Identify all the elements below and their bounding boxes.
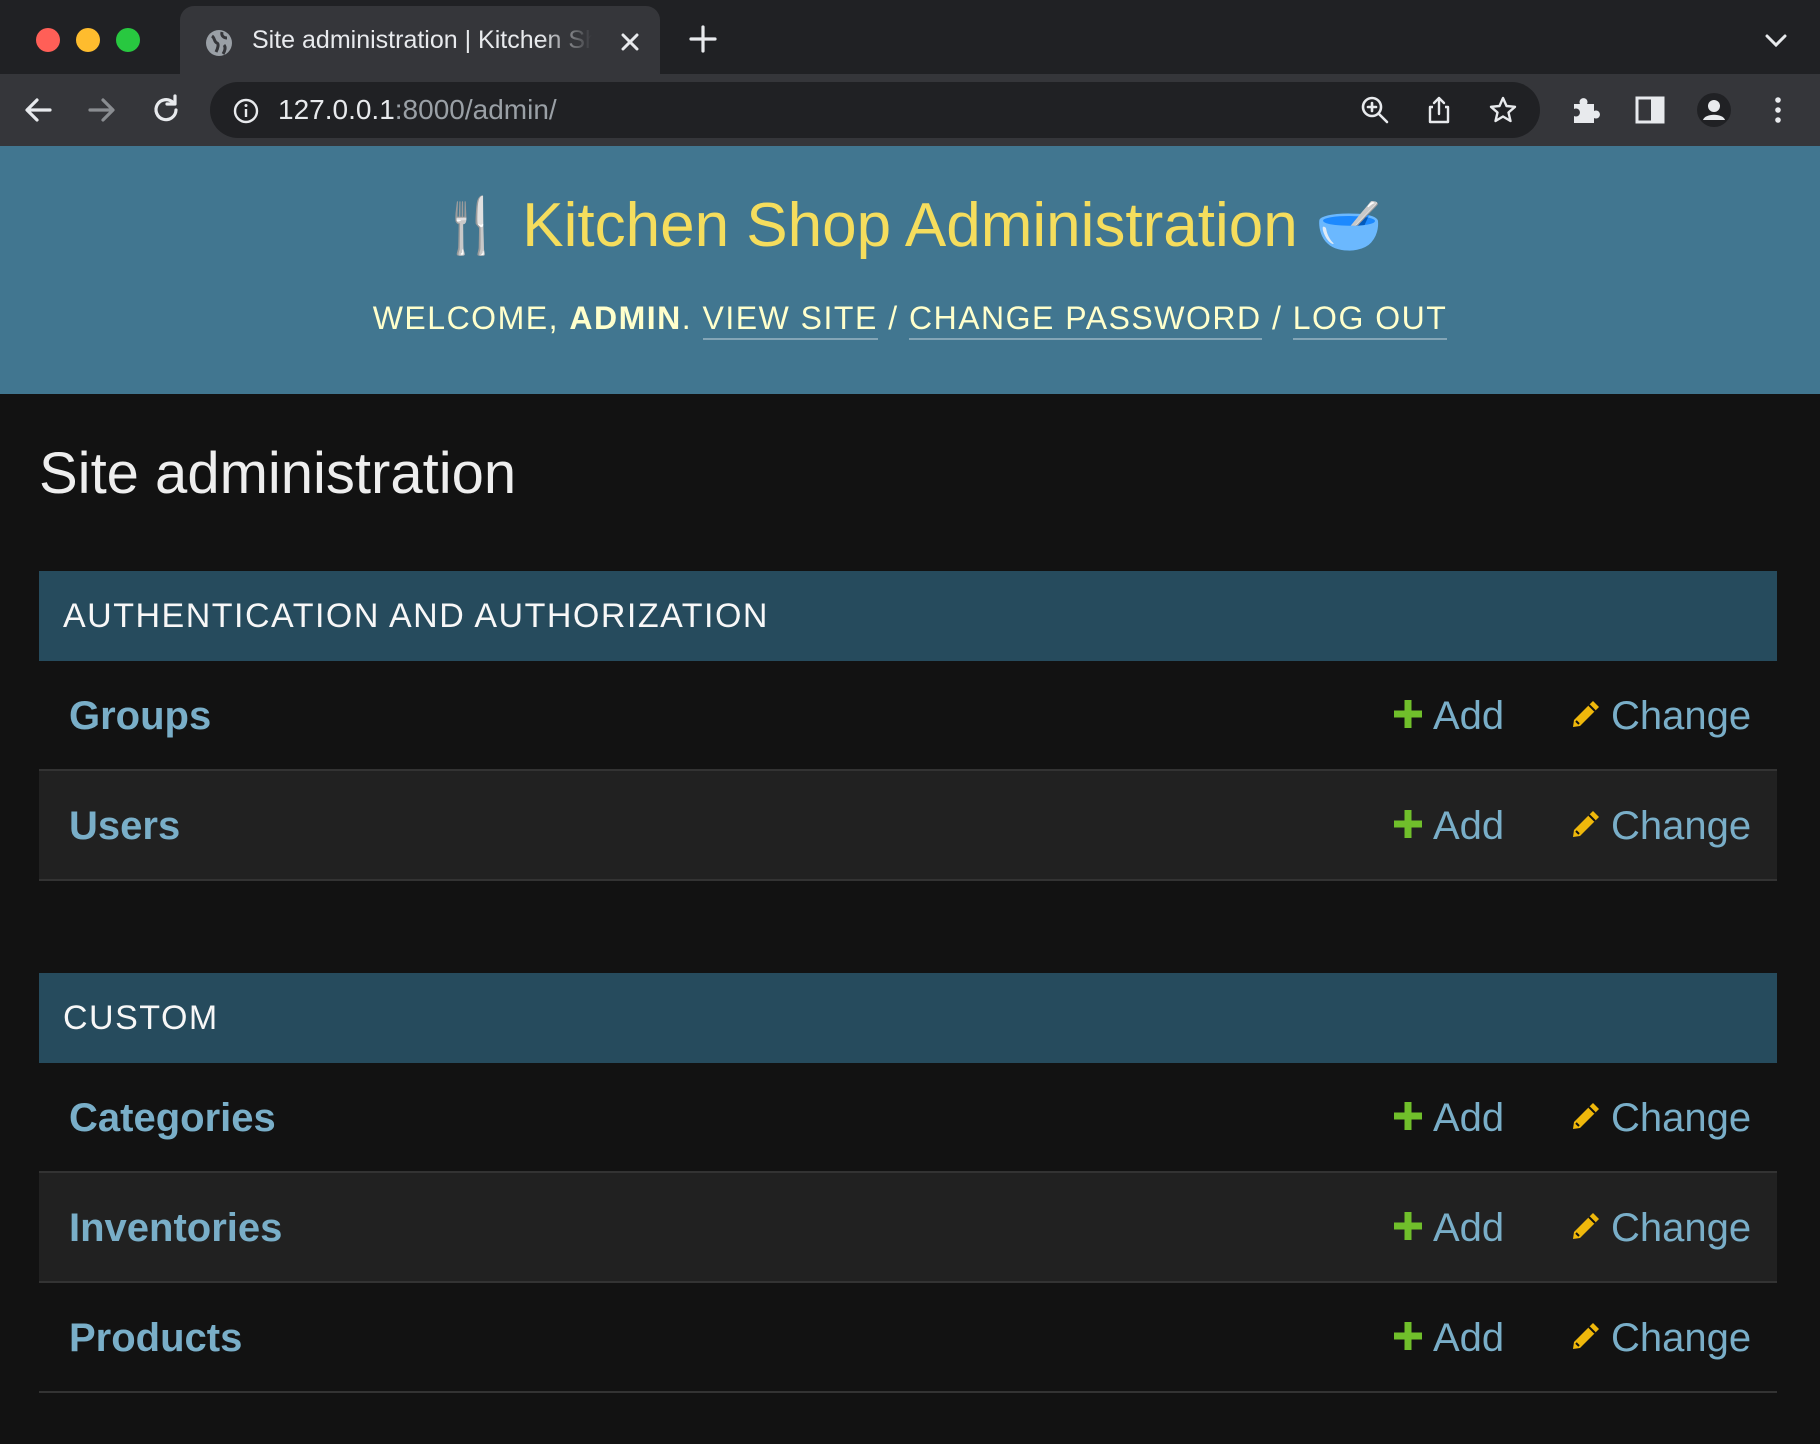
change-label: Change bbox=[1611, 1206, 1752, 1250]
module-authentication: AUTHENTICATION AND AUTHORIZATION Groups … bbox=[39, 571, 1777, 881]
zoom-icon[interactable] bbox=[1360, 95, 1390, 125]
forward-arrow-icon[interactable] bbox=[84, 92, 120, 128]
plus-icon bbox=[1394, 1212, 1422, 1241]
add-label: Add bbox=[1433, 804, 1505, 848]
change-categories-button[interactable]: Change bbox=[1569, 1063, 1751, 1173]
change-label: Change bbox=[1611, 804, 1752, 848]
maximize-window-button[interactable] bbox=[116, 28, 140, 52]
url-text[interactable]: 127.0.0.1:8000/admin/ bbox=[278, 82, 557, 138]
welcome-text: WELCOME, bbox=[372, 300, 559, 336]
plus-icon bbox=[1394, 810, 1422, 839]
bowl-with-spoon-icon: 🥣 bbox=[1314, 195, 1383, 256]
view-site-link[interactable]: VIEW SITE bbox=[702, 300, 878, 340]
plus-icon bbox=[1394, 1322, 1422, 1351]
fork-and-knife-icon: 🍴 bbox=[437, 195, 506, 256]
tab-title: Site administration | Kitchen Shop Admin… bbox=[252, 26, 592, 54]
site-name[interactable]: Kitchen Shop Administration bbox=[522, 191, 1297, 260]
minimize-window-button[interactable] bbox=[76, 28, 100, 52]
reload-icon[interactable] bbox=[148, 92, 184, 128]
browser-menu-icon[interactable] bbox=[1760, 92, 1796, 128]
model-link-groups[interactable]: Groups bbox=[69, 661, 211, 771]
close-window-button[interactable] bbox=[36, 28, 60, 52]
separator: / bbox=[1271, 300, 1283, 336]
pencil-icon bbox=[1573, 1213, 1599, 1240]
change-label: Change bbox=[1611, 694, 1752, 738]
add-label: Add bbox=[1433, 694, 1505, 738]
module-caption[interactable]: CUSTOM bbox=[39, 973, 1777, 1063]
plus-icon bbox=[1394, 1102, 1422, 1131]
change-password-link[interactable]: CHANGE PASSWORD bbox=[908, 300, 1262, 340]
model-row-products: Products Add Change bbox=[39, 1283, 1777, 1393]
page-title: Site administration bbox=[39, 441, 517, 506]
change-inventories-button[interactable]: Change bbox=[1569, 1173, 1751, 1283]
log-out-link[interactable]: LOG OUT bbox=[1292, 300, 1448, 340]
browser-toolbar: 127.0.0.1:8000/admin/ bbox=[0, 74, 1820, 146]
module-custom: CUSTOM Categories Add Change Inventories… bbox=[39, 973, 1777, 1393]
url-path: :8000/admin/ bbox=[394, 94, 557, 125]
add-users-button[interactable]: Add bbox=[1391, 771, 1504, 881]
site-branding[interactable]: 🍴 Kitchen Shop Administration 🥣 bbox=[0, 186, 1820, 266]
globe-icon bbox=[206, 30, 232, 56]
username: ADMIN bbox=[569, 300, 682, 336]
model-link-categories[interactable]: Categories bbox=[69, 1063, 276, 1173]
change-groups-button[interactable]: Change bbox=[1569, 661, 1751, 771]
username-suffix: . bbox=[681, 300, 693, 336]
pencil-icon bbox=[1573, 701, 1599, 728]
side-panel-icon[interactable] bbox=[1632, 92, 1668, 128]
model-row-users: Users Add Change bbox=[39, 771, 1777, 881]
new-tab-icon[interactable] bbox=[688, 24, 718, 54]
close-tab-icon[interactable] bbox=[616, 28, 644, 56]
user-tools: WELCOME, ADMIN. VIEW SITE / CHANGE PASSW… bbox=[0, 296, 1820, 340]
pencil-icon bbox=[1573, 811, 1599, 838]
url-host: 127.0.0.1 bbox=[278, 94, 395, 125]
model-link-inventories[interactable]: Inventories bbox=[69, 1173, 282, 1283]
separator: / bbox=[888, 300, 899, 336]
model-row-inventories: Inventories Add Change bbox=[39, 1173, 1777, 1283]
back-arrow-icon[interactable] bbox=[20, 92, 56, 128]
add-inventories-button[interactable]: Add bbox=[1391, 1173, 1504, 1283]
share-icon[interactable] bbox=[1424, 95, 1454, 125]
browser-tab-active[interactable]: Site administration | Kitchen Shop Admin… bbox=[180, 6, 660, 74]
change-label: Change bbox=[1611, 1096, 1752, 1140]
model-row-categories: Categories Add Change bbox=[39, 1063, 1777, 1173]
bookmark-star-icon[interactable] bbox=[1488, 95, 1518, 125]
extensions-puzzle-icon[interactable] bbox=[1568, 92, 1604, 128]
add-products-button[interactable]: Add bbox=[1391, 1283, 1504, 1393]
change-label: Change bbox=[1611, 1316, 1752, 1360]
model-row-groups: Groups Add Change bbox=[39, 661, 1777, 771]
add-categories-button[interactable]: Add bbox=[1391, 1063, 1504, 1173]
module-caption[interactable]: AUTHENTICATION AND AUTHORIZATION bbox=[39, 571, 1777, 661]
pencil-icon bbox=[1573, 1103, 1599, 1130]
change-products-button[interactable]: Change bbox=[1569, 1283, 1751, 1393]
plus-icon bbox=[1394, 700, 1422, 729]
model-link-users[interactable]: Users bbox=[69, 771, 180, 881]
tab-search-chevron-icon[interactable] bbox=[1762, 28, 1790, 52]
add-label: Add bbox=[1433, 1206, 1505, 1250]
pencil-icon bbox=[1573, 1323, 1599, 1350]
browser-tab-bar: Site administration | Kitchen Shop Admin… bbox=[0, 0, 1820, 74]
profile-avatar-icon[interactable] bbox=[1696, 92, 1732, 128]
change-users-button[interactable]: Change bbox=[1569, 771, 1751, 881]
add-label: Add bbox=[1433, 1316, 1505, 1360]
model-link-products[interactable]: Products bbox=[69, 1283, 242, 1393]
address-bar[interactable]: 127.0.0.1:8000/admin/ bbox=[210, 82, 1540, 138]
site-info-icon[interactable] bbox=[232, 97, 260, 125]
admin-header: 🍴 Kitchen Shop Administration 🥣 WELCOME,… bbox=[0, 146, 1820, 394]
add-label: Add bbox=[1433, 1096, 1505, 1140]
add-groups-button[interactable]: Add bbox=[1391, 661, 1504, 771]
